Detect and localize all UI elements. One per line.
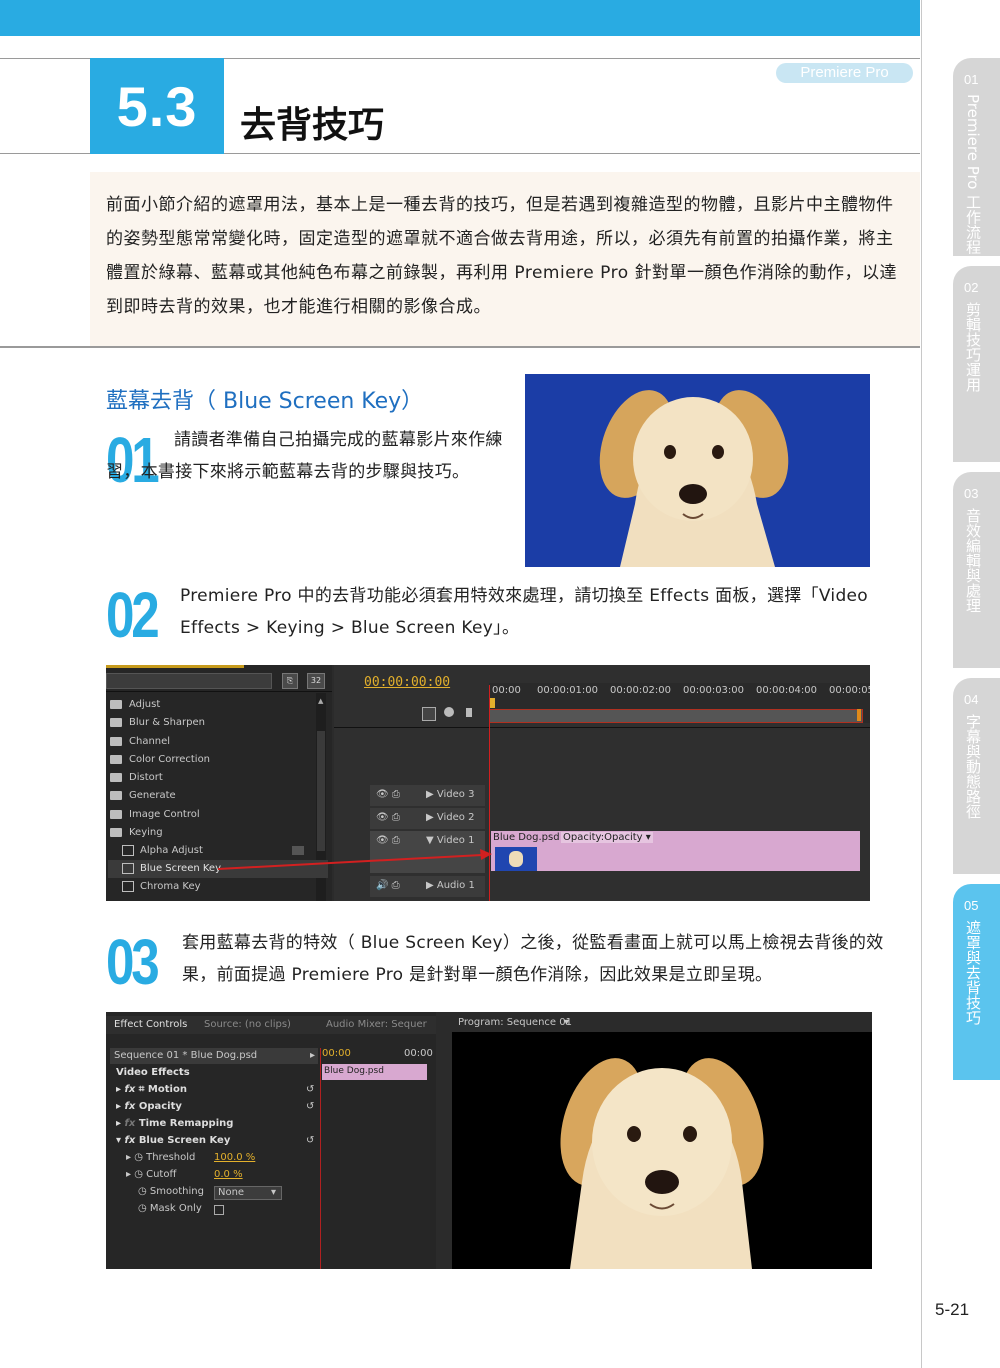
step-number: 02 [106, 579, 160, 651]
effect-row-time-remapping[interactable]: ▸ fx Time Remapping [116, 1118, 233, 1129]
effect-controls-panel: Effect Controls Source: (no clips) Audio… [106, 1012, 436, 1269]
mask-only-checkbox[interactable] [214, 1205, 224, 1215]
top-color-bar [0, 0, 920, 36]
annotation-arrow [217, 849, 492, 870]
subsection-title: 藍幕去背（ Blue Screen Key） [106, 389, 424, 414]
section-number: 5.3 [90, 58, 224, 154]
page-number: 5-21 [935, 1300, 970, 1319]
chapter-tab-02[interactable]: 02 剪輯技巧運用 [953, 266, 1000, 462]
chapter-tab-01[interactable]: 01 Premiere Pro 工作流程 [953, 58, 1000, 256]
program-monitor: Program: Sequence 01 ▾ [444, 1012, 872, 1269]
param-mask-only[interactable]: ◷ Mask Only [138, 1203, 202, 1214]
threshold-value[interactable]: 100.0 % [214, 1152, 255, 1163]
tab-effect-controls[interactable]: Effect Controls [114, 1019, 187, 1030]
chapter-tab-05[interactable]: 05 遮罩與去背技巧 [953, 884, 1000, 1080]
effect-row-motion[interactable]: ▸ fx ⌗ Motion [116, 1084, 187, 1095]
tab-source[interactable]: Source: (no clips) [204, 1019, 291, 1030]
step-text: 套用藍幕去背的特效（ Blue Screen Key）之後，從監看畫面上就可以馬… [182, 933, 884, 985]
panel-tabs: Effect Controls Source: (no clips) Audio… [106, 1016, 436, 1034]
step-text: 請讀者準備自己拍攝完成的藍幕影片來作練習，本書接下來將示範藍幕去背的步驟與技巧。 [106, 430, 503, 482]
smoothing-select[interactable]: None ▾ [214, 1186, 282, 1200]
reset-icon[interactable]: ↺ [306, 1101, 314, 1112]
cutoff-value[interactable]: 0.0 % [214, 1169, 243, 1180]
brand-tag: Premiere Pro [776, 63, 913, 83]
tab-program[interactable]: Program: Sequence 01 [458, 1017, 572, 1028]
program-video [452, 1032, 872, 1269]
intro-text: 前面小節介紹的遮罩用法，基本上是一種去背的技巧，但是若遇到複雜造型的物體，且影片… [106, 195, 898, 317]
divider [0, 346, 920, 348]
video-effects-heading: Video Effects [116, 1067, 190, 1078]
bluescreen-dog-image [525, 374, 870, 567]
reset-icon[interactable]: ↺ [306, 1135, 314, 1146]
chapter-tab-03[interactable]: 03 音效編輯與處理 [953, 472, 1000, 668]
reset-icon[interactable]: ↺ [306, 1084, 314, 1095]
param-threshold[interactable]: ▸ ◷ Threshold [126, 1152, 195, 1163]
effects-timeline-screenshot: ⎘ 32 ▲ Adjust Blur & Sharpen Channel Col… [106, 665, 870, 901]
chapter-tab-04[interactable]: 04 字幕與動態路徑 [953, 678, 1000, 874]
step-text: Premiere Pro 中的去背功能必須套用特效來處理，請切換至 Effect… [180, 586, 868, 638]
param-cutoff[interactable]: ▸ ◷ Cutoff [126, 1169, 176, 1180]
section-title: 去背技巧 [240, 105, 385, 146]
effect-controls-screenshot: Effect Controls Source: (no clips) Audio… [106, 1012, 872, 1269]
tab-audio-mixer[interactable]: Audio Mixer: Sequer [326, 1019, 427, 1030]
sequence-label[interactable]: Sequence 01 * Blue Dog.psd ▸ [110, 1048, 318, 1064]
intro-box: 前面小節介紹的遮罩用法，基本上是一種去背的技巧，但是若遇到複雜造型的物體，且影片… [90, 172, 920, 346]
effect-row-opacity[interactable]: ▸ fx Opacity [116, 1101, 182, 1112]
ec-playhead [320, 1048, 321, 1269]
side-divider [921, 0, 922, 1368]
effect-row-blue-screen-key[interactable]: ▾ fx Blue Screen Key [116, 1135, 230, 1146]
ec-clip[interactable]: Blue Dog.psd [322, 1064, 427, 1080]
step-number: 03 [106, 926, 160, 998]
param-smoothing[interactable]: ◷ Smoothing [138, 1186, 204, 1197]
